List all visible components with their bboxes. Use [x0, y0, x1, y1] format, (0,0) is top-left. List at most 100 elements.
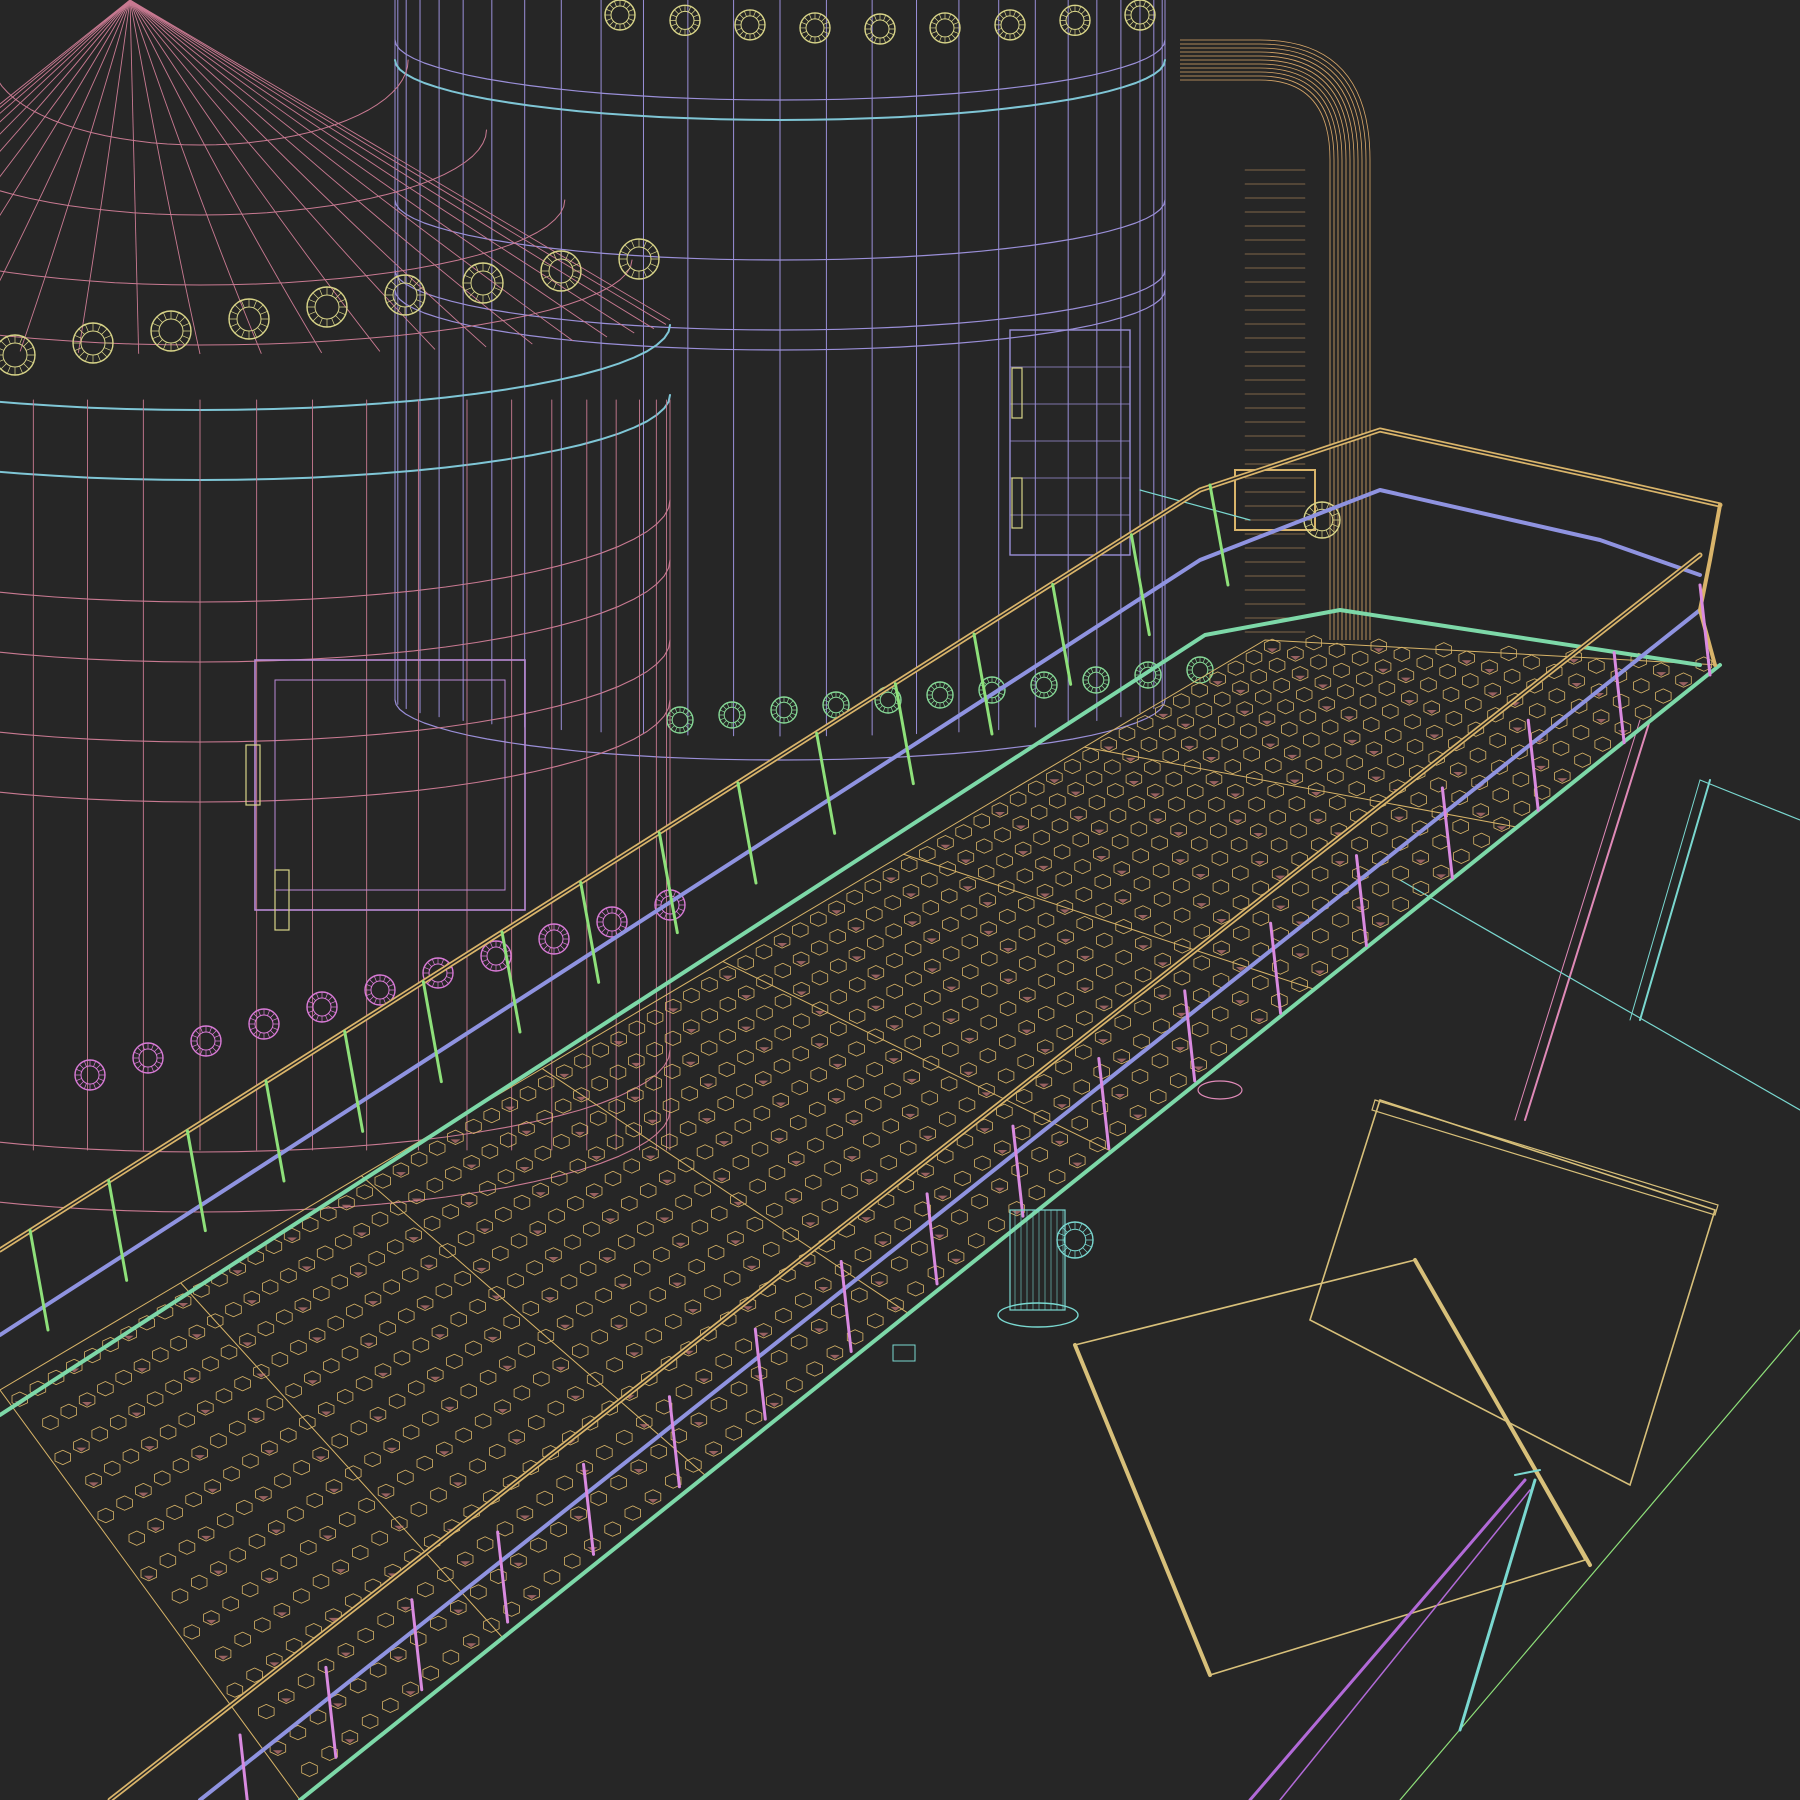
- grating-cell: [701, 977, 718, 993]
- pipe-segment: [1180, 55, 1355, 640]
- grating-cell: [1076, 916, 1093, 932]
- grating-cell: [1252, 910, 1270, 926]
- pipe-segment: [1180, 79, 1331, 640]
- grating-cell: [604, 1521, 621, 1537]
- grating-cell: [476, 1536, 494, 1552]
- grating-cell: [371, 1211, 389, 1227]
- grating-cell: [1118, 726, 1136, 742]
- grating-cell: [1392, 865, 1409, 881]
- grating-cell: [567, 1195, 584, 1212]
- grating-cell: [824, 1160, 841, 1176]
- grating-cell: [736, 1083, 753, 1099]
- grating-cell: [450, 1311, 468, 1327]
- grating-cell: [229, 1420, 246, 1436]
- catwalk-grating: [0, 635, 1722, 1800]
- grating-cell: [1303, 732, 1320, 748]
- grating-cell: [661, 1133, 678, 1149]
- grating-cell: [1162, 748, 1179, 764]
- grating-cell: [1170, 1073, 1187, 1089]
- grating-cell: [285, 1383, 302, 1399]
- grating-cell: [1107, 783, 1124, 799]
- bolt: [306, 991, 338, 1023]
- door-hinge: [1011, 477, 1023, 529]
- grating-cell: [170, 1335, 187, 1352]
- grating-cell: [1473, 832, 1490, 848]
- grating-cell: [455, 1427, 472, 1443]
- grating-cell: [939, 1111, 956, 1127]
- grating-cell: [1191, 682, 1208, 698]
- grating-cell: [410, 1151, 428, 1167]
- grating-cell: [496, 1521, 514, 1537]
- grating-cell: [717, 1096, 734, 1112]
- grating-cell: [1075, 1044, 1092, 1060]
- grating-cell: [1453, 848, 1470, 864]
- grating-cell: [1038, 973, 1055, 989]
- grating-cell: [1031, 1146, 1048, 1163]
- grating-cell: [999, 1001, 1017, 1017]
- grating-cell: [97, 1381, 114, 1397]
- grating-cell: [891, 1256, 908, 1272]
- grating-cell: [518, 1342, 535, 1358]
- grating-cell: [551, 1170, 568, 1186]
- grating-cell: [996, 853, 1013, 869]
- grating-cell: [1134, 999, 1151, 1016]
- grating-cell: [609, 1064, 627, 1080]
- grating-cell: [1189, 809, 1206, 825]
- grating-cell: [955, 824, 972, 840]
- tank-left-ring: [0, 499, 671, 603]
- grating-cell: [1191, 836, 1208, 852]
- grating-cell: [1281, 721, 1298, 737]
- grating-cell: [942, 946, 960, 962]
- tank-left-ring: [0, 699, 671, 803]
- grating-cell: [301, 1761, 318, 1777]
- grating-cell: [522, 1300, 539, 1316]
- grating-cell: [795, 1292, 812, 1308]
- grating-cell: [630, 1301, 647, 1317]
- grating-cell: [810, 1067, 827, 1083]
- grating-cell: [830, 958, 847, 974]
- grating-cell: [942, 1042, 959, 1058]
- tank-left-ring: [0, 559, 671, 663]
- grating-cell: [410, 1501, 428, 1517]
- pipe-segment: [1180, 67, 1343, 640]
- grating-cell: [1130, 821, 1148, 837]
- grating-cell: [1439, 663, 1456, 680]
- storage-tank-right: [394, 0, 1214, 761]
- grating-cell: [1173, 907, 1191, 923]
- grating-cell: [1382, 703, 1399, 719]
- grating-cell: [393, 1350, 411, 1366]
- grating-cell: [556, 1475, 573, 1491]
- grating-cell: [583, 1221, 600, 1237]
- grating-cell: [430, 1487, 447, 1503]
- grating-cell: [290, 1339, 307, 1355]
- grating-cell: [1523, 654, 1540, 670]
- dome-meridian: [129, 0, 140, 354]
- grating-cell: [280, 1268, 297, 1284]
- grating-cell: [356, 1184, 373, 1200]
- grating-cell: [1299, 709, 1317, 725]
- grating-cell: [178, 1539, 196, 1555]
- grating-cell: [942, 916, 959, 932]
- grating-cell: [1363, 717, 1380, 733]
- grating-cell: [128, 1530, 146, 1546]
- grating-cell: [749, 1178, 766, 1194]
- guard-railing: [0, 427, 1723, 1800]
- rail-post: [324, 1665, 338, 1759]
- grating-cell: [1049, 793, 1066, 809]
- grating-cell: [507, 1273, 524, 1289]
- grating-cell: [1512, 771, 1530, 788]
- grating-cell: [257, 1321, 275, 1337]
- dome-meridian: [0, 0, 131, 135]
- grating-cell: [470, 1584, 487, 1600]
- grating-cell: [610, 1475, 627, 1491]
- grating-cell: [904, 940, 922, 957]
- grating-cell: [791, 1080, 808, 1096]
- grating-cell: [645, 1075, 662, 1091]
- grating-cell: [91, 1426, 108, 1442]
- grating-cell: [1076, 1010, 1093, 1026]
- grating-cell: [1269, 809, 1286, 825]
- rail-end: [1698, 503, 1722, 667]
- grating-cell: [1173, 878, 1190, 894]
- grating-cell: [1552, 740, 1570, 756]
- grating-cell: [1351, 650, 1369, 666]
